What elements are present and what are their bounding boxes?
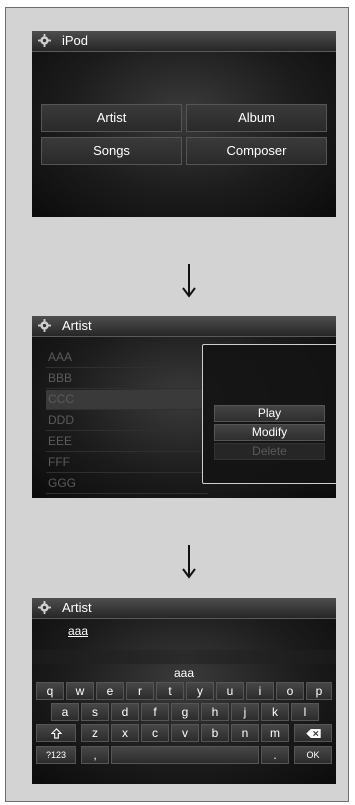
current-text: aaa bbox=[173, 666, 195, 680]
key-t[interactable]: t bbox=[156, 682, 184, 700]
key-n[interactable]: n bbox=[231, 724, 259, 742]
shift-icon bbox=[50, 728, 62, 739]
options-popup: Play Modify Delete bbox=[202, 344, 336, 484]
play-button[interactable]: Play bbox=[214, 405, 325, 422]
key-u[interactable]: u bbox=[216, 682, 244, 700]
comma-key[interactable]: , bbox=[81, 746, 109, 764]
delete-button: Delete bbox=[214, 443, 325, 460]
gear-icon[interactable] bbox=[38, 34, 51, 47]
space-key[interactable] bbox=[111, 746, 259, 764]
key-w[interactable]: w bbox=[66, 682, 94, 700]
key-g[interactable]: g bbox=[171, 703, 199, 721]
title-bar: Artist bbox=[32, 316, 336, 337]
key-x[interactable]: x bbox=[111, 724, 139, 742]
key-j[interactable]: j bbox=[231, 703, 259, 721]
key-i[interactable]: i bbox=[246, 682, 274, 700]
key-r[interactable]: r bbox=[126, 682, 154, 700]
keyboard-row-1: q w e r t y u i o p bbox=[36, 682, 332, 702]
key-o[interactable]: o bbox=[276, 682, 304, 700]
shift-key[interactable] bbox=[36, 724, 76, 742]
screen-title: Artist bbox=[62, 600, 92, 615]
key-a[interactable]: a bbox=[51, 703, 79, 721]
list-item[interactable]: DDD bbox=[46, 411, 208, 431]
key-s[interactable]: s bbox=[81, 703, 109, 721]
backspace-icon bbox=[305, 729, 321, 738]
ipod-menu-screen: iPod Artist Album Songs Composer bbox=[32, 31, 336, 217]
songs-button[interactable]: Songs bbox=[41, 137, 182, 165]
keyboard-row-4: ?123 , . OK bbox=[36, 746, 332, 766]
gear-icon[interactable] bbox=[38, 319, 51, 332]
key-e[interactable]: e bbox=[96, 682, 124, 700]
numbers-key[interactable]: ?123 bbox=[36, 746, 76, 764]
period-key[interactable]: . bbox=[261, 746, 289, 764]
manual-figure-frame: iPod Artist Album Songs Composer Artist … bbox=[5, 7, 349, 802]
key-y[interactable]: y bbox=[186, 682, 214, 700]
key-v[interactable]: v bbox=[171, 724, 199, 742]
screen-title: iPod bbox=[62, 33, 89, 48]
list-item[interactable]: AAA bbox=[46, 348, 208, 368]
keyboard-row-3: z x c v b n m bbox=[36, 724, 332, 744]
key-d[interactable]: d bbox=[111, 703, 139, 721]
key-h[interactable]: h bbox=[201, 703, 229, 721]
arrow-down-icon bbox=[182, 264, 196, 298]
key-c[interactable]: c bbox=[141, 724, 169, 742]
key-m[interactable]: m bbox=[261, 724, 289, 742]
artist-list-screen: Artist AAA BBB CCC DDD EEE FFF GGG Play … bbox=[32, 316, 336, 498]
composer-button[interactable]: Composer bbox=[186, 137, 327, 165]
text-input-value[interactable]: aaa bbox=[68, 624, 88, 638]
gear-icon[interactable] bbox=[38, 601, 51, 614]
title-bar: iPod bbox=[32, 31, 336, 52]
key-q[interactable]: q bbox=[36, 682, 64, 700]
key-f[interactable]: f bbox=[141, 703, 169, 721]
list-item[interactable]: BBB bbox=[46, 369, 208, 389]
modify-button[interactable]: Modify bbox=[214, 424, 325, 441]
key-k[interactable]: k bbox=[261, 703, 289, 721]
screen-title: Artist bbox=[62, 318, 92, 333]
ok-key[interactable]: OK bbox=[294, 746, 332, 764]
keyboard-row-2: a s d f g h j k l bbox=[36, 703, 332, 723]
input-area bbox=[32, 650, 336, 664]
arrow-down-icon bbox=[182, 545, 196, 579]
album-button[interactable]: Album bbox=[186, 104, 327, 132]
key-p[interactable]: p bbox=[306, 682, 332, 700]
key-z[interactable]: z bbox=[81, 724, 109, 742]
keyboard-screen: Artist aaa aaa q w e r t y u i o p a s d… bbox=[32, 598, 336, 784]
artist-button[interactable]: Artist bbox=[41, 104, 182, 132]
key-b[interactable]: b bbox=[201, 724, 229, 742]
list-item[interactable]: GGG bbox=[46, 474, 208, 494]
list-item[interactable]: FFF bbox=[46, 453, 208, 473]
backspace-key[interactable] bbox=[294, 724, 332, 742]
list-item[interactable]: CCC bbox=[46, 390, 208, 410]
list-item[interactable]: EEE bbox=[46, 432, 208, 452]
key-l[interactable]: l bbox=[291, 703, 319, 721]
title-bar: Artist bbox=[32, 598, 336, 619]
